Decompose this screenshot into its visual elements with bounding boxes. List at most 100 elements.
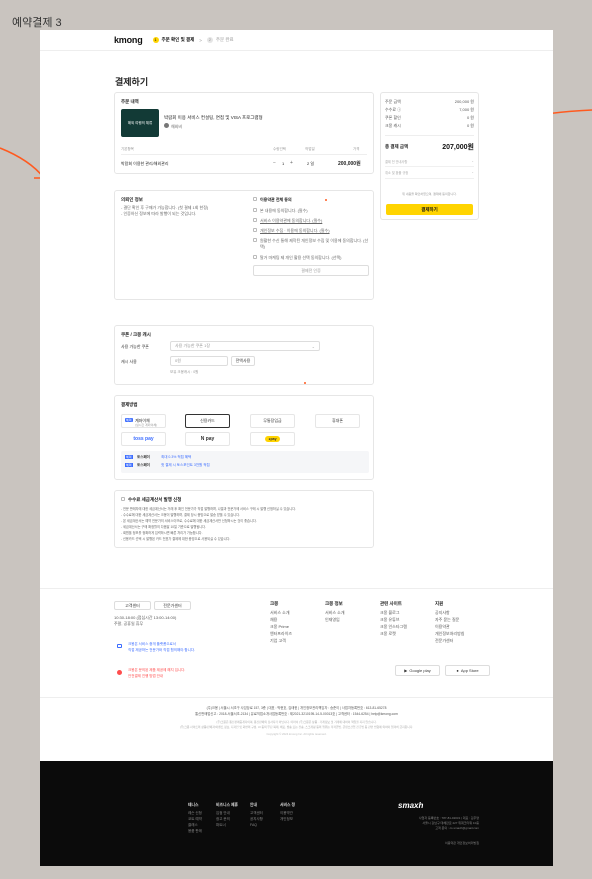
agree-notice: 위 내용을 확인하였으며, 결제에 동의합니다.: [402, 192, 457, 196]
kakao-pay-option[interactable]: ●pay: [250, 432, 295, 446]
footer-col4-item[interactable]: 전문가센터: [435, 638, 453, 644]
qty-value[interactable]: 1: [282, 161, 284, 166]
qty-plus-button[interactable]: +: [290, 160, 293, 166]
page-tag: 예약결제 3: [12, 17, 62, 29]
footer-col3-item[interactable]: 크몽 블로그: [380, 610, 400, 616]
dark-col3-item[interactable]: FAQ: [250, 823, 257, 827]
footer-col1-item[interactable]: 서비스 소개: [270, 610, 290, 616]
dark-col1-item[interactable]: 코트 예약: [188, 817, 202, 822]
company-info-2: 통신판매업신고 : 2018-서울서초-2134 | 유료직업소개사업등록번호 …: [195, 712, 398, 716]
footer-divider: [40, 697, 553, 698]
buyer-card: 의뢰인 정보 - 결단 확인 후 구매가 가능합니다. (첫 결제 1회 한정)…: [114, 190, 374, 300]
google-play-label: Google play: [409, 668, 431, 673]
benefit-box: [121, 451, 369, 473]
footer-col2-item[interactable]: 인재영입: [325, 617, 340, 623]
agree-all-checkbox[interactable]: [253, 197, 257, 201]
footer-col1-item[interactable]: 기업 고객: [270, 638, 286, 644]
dark-links[interactable]: 이용약관 개인정보처리방침: [445, 841, 479, 845]
dark-info-1: 사업자 등록번호 : 787-81-02031 | 대표 : 김주영: [418, 816, 479, 820]
buyer-line2: - 인증하신 정보에 따라 발행이 되는 것입니다.: [121, 211, 197, 216]
kmong-logo[interactable]: kmong: [114, 35, 143, 45]
tax-card: 수수료 세금계산서 발행 신청 - 전문 판매자에 대한 세금계산서는 거래 후…: [114, 490, 374, 548]
col-header-price: 가격: [353, 147, 360, 151]
coupon-select[interactable]: 사용 가능한 쿠폰 1장 ⌄: [170, 341, 320, 351]
refund-policy-row[interactable]: 취소 및 환불 규정 ⌄: [385, 170, 474, 175]
step1-label: 주문 확인 및 결제: [161, 37, 195, 42]
summary-row: 수수료 ⓘ 7,000 원: [385, 107, 474, 113]
npay-logo: N pay: [200, 436, 215, 442]
agree-label-4[interactable]: 원활한 수신 통해 제작된 개인정보 수집 및 이용에 동의합니다. (선택): [260, 238, 370, 250]
use-all-cash-button[interactable]: 전액사용: [231, 356, 255, 366]
agree-checkbox-1[interactable]: [253, 208, 257, 212]
cash-input[interactable]: 0원: [170, 356, 228, 366]
agree-checkbox-2[interactable]: [253, 218, 257, 222]
product-title[interactable]: 박람회 이용 서비스 컨설팅, 면접 및 VISA 프로그램형: [164, 115, 263, 121]
footer-col1-item[interactable]: 채용: [270, 617, 277, 623]
app-store-button[interactable]: ● App Store: [445, 665, 490, 676]
footer-col2-item[interactable]: 서비스 소개: [325, 610, 345, 616]
product-thumbnail[interactable]: 해외 여행의 체류: [121, 109, 159, 137]
pay-button[interactable]: 결제하기: [386, 204, 473, 215]
footer-col3-item[interactable]: 크몽 로켓: [380, 631, 396, 637]
google-play-button[interactable]: ▶ Google play: [395, 665, 440, 676]
order-item-name: 박람회 이용한 관리/해외관리: [121, 161, 169, 166]
credit-card-option[interactable]: 신용카드: [185, 414, 230, 428]
footer-col3-heading: 관련 사이트: [380, 601, 402, 606]
chevron-down-icon: ⌄: [471, 170, 474, 174]
dark-col1-item[interactable]: 클래스: [188, 823, 198, 828]
deposit-option[interactable]: 무통장입금: [250, 414, 295, 428]
footer-col4-item[interactable]: 공지사항: [435, 610, 450, 616]
dark-col2-item[interactable]: 광고 문의: [216, 817, 230, 822]
mobile-option[interactable]: 휴대폰: [315, 414, 360, 428]
qty-minus-button[interactable]: −: [273, 160, 276, 166]
footer-col4-item[interactable]: 자주 묻는 질문: [435, 617, 459, 623]
summary-label: 크몽 캐시: [385, 123, 401, 128]
customer-center-button[interactable]: 고객센터: [114, 601, 151, 610]
pre-notice-row[interactable]: 결제 전 안내사항 ⌄: [385, 159, 474, 164]
dark-col3-item[interactable]: 공지사항: [250, 817, 263, 822]
step1-number: 1: [152, 37, 159, 43]
agree-checkbox-5[interactable]: [253, 255, 257, 259]
agree-label-5[interactable]: 탈거 마케팅 제 개인 활용 선택 동의합니다. (선택): [260, 255, 341, 261]
dark-col1-item[interactable]: 레슨 신청: [188, 811, 202, 816]
dark-col1-item[interactable]: 용품 판매: [188, 829, 202, 834]
tax-checkbox[interactable]: [121, 497, 125, 501]
agree-checkbox-3[interactable]: [253, 228, 257, 232]
thumbnail-text: 해외 여행의 체류: [127, 120, 153, 125]
bank-transfer-option[interactable]: 혜택 계좌이체 (실시간 계좌이체): [121, 414, 166, 428]
dark-col4-item[interactable]: 이용약관: [280, 811, 293, 816]
footer-col1-item[interactable]: 크몽 Prime: [270, 624, 289, 630]
agree-checkbox-4[interactable]: [253, 238, 257, 242]
benefit2-link[interactable]: 첫 결제 시 토스포인트 3천원 적립: [161, 463, 210, 468]
toss-pay-option[interactable]: toss pay: [121, 432, 166, 446]
legal-text-1: (주)크몽은 통신판매중개자이며, 통신판매의 당사자가 아닙니다. 따라서 (…: [216, 720, 377, 724]
dark-col2-item[interactable]: 입점 안내: [216, 811, 230, 816]
footer-col3-item[interactable]: 크몽 유튜브: [380, 617, 400, 623]
divider: [385, 135, 474, 136]
pre-notice-label: 결제 전 안내사항: [385, 160, 408, 164]
tax-line2: - 수수료에 대한 세금계산서는 크몽이 발행하며, 결제 당시 증빙으로 발송…: [121, 513, 241, 517]
dark-col4-item[interactable]: 개인정보: [280, 817, 293, 822]
notice2-line1: 크몽은 문의된 제품 제공에 해지 입니다.: [128, 668, 186, 672]
footer-col1-item[interactable]: 엔터프라이즈: [270, 631, 292, 637]
expert-center-button[interactable]: 전문가센터: [154, 601, 191, 610]
npay-option[interactable]: N pay: [185, 432, 230, 446]
dark-col3-item[interactable]: 고객센터: [250, 811, 263, 816]
divider: [385, 166, 474, 167]
work-days: 2 일: [307, 161, 315, 166]
smaxh-logo[interactable]: smaxh: [398, 801, 423, 810]
dark-col2-item[interactable]: 파트너: [216, 823, 226, 828]
footer-col3-item[interactable]: 크몽 인스타그램: [380, 624, 407, 630]
notice2-line2[interactable]: 안전결제 진행 방법 안내: [128, 674, 163, 679]
verify-button[interactable]: 결제전 인증: [253, 265, 369, 276]
coupon-label: 사용 가능한 쿠폰: [121, 344, 149, 349]
footer-col4-item[interactable]: 개인정보처리방침: [435, 631, 464, 637]
benefit1-link[interactable]: 최대 0.3% 적립 혜택: [161, 455, 191, 460]
seller-name: 해외비: [171, 123, 183, 129]
summary-label: 쿠폰 할인: [385, 115, 401, 120]
footer-col4-item[interactable]: 이용약관: [435, 624, 450, 630]
agree-label-2[interactable]: 서비스 이용약관에 동의합니다. (필수): [260, 218, 322, 224]
agree-label-3[interactable]: 개인정보 수집 · 이용에 동의합니다. (필수): [260, 228, 330, 234]
tax-heading: 수수료 세금계산서 발행 신청: [128, 496, 182, 502]
toss-pay-logo: toss pay: [133, 436, 154, 442]
